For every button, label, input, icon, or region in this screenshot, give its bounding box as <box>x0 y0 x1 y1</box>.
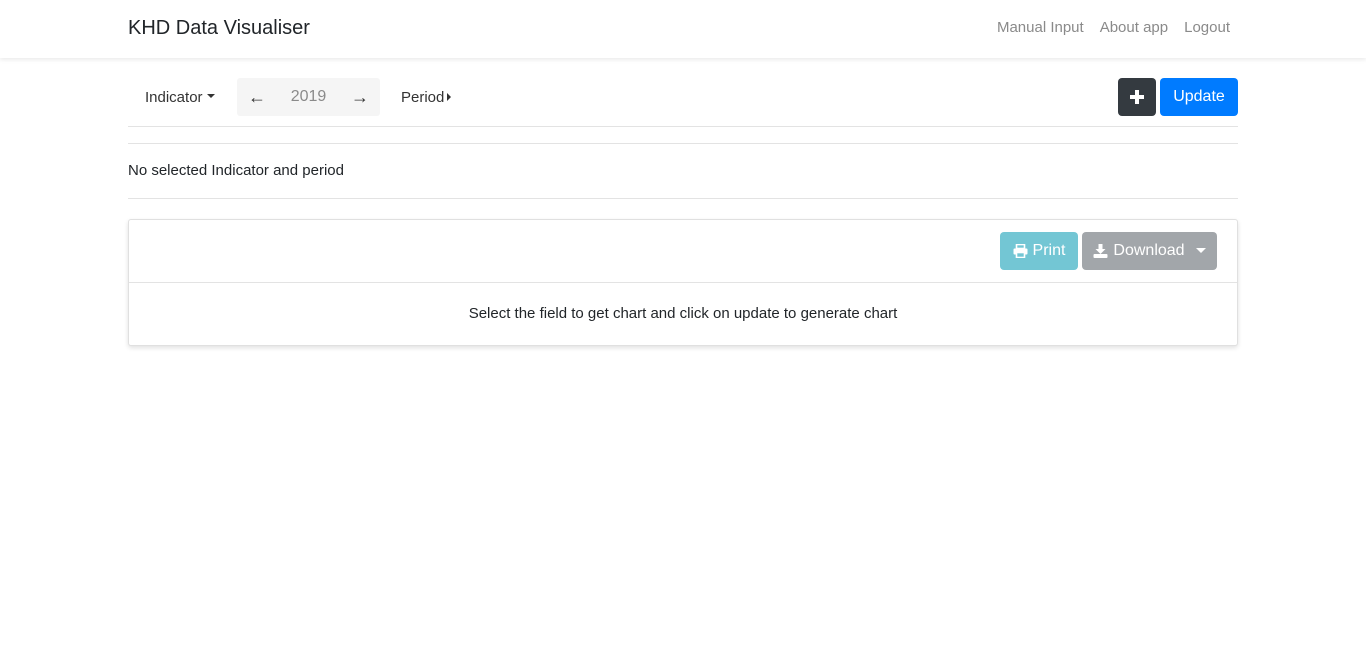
plus-icon <box>1130 90 1144 104</box>
nav-link-manual-input[interactable]: Manual Input <box>989 18 1092 38</box>
next-year-button[interactable]: → <box>340 78 380 116</box>
year-selector: ← 2019 → <box>237 78 380 116</box>
caret-right-icon <box>447 93 452 101</box>
print-button-label: Print <box>1032 242 1066 259</box>
nav-link-about-app[interactable]: About app <box>1092 18 1176 38</box>
previous-year-button[interactable]: ← <box>237 78 277 116</box>
printer-icon <box>1013 244 1028 258</box>
empty-chart-message: Select the field to get chart and click … <box>468 305 898 322</box>
divider <box>128 143 1238 144</box>
navbar: KHD Data Visualiser Manual Input About a… <box>0 0 1366 58</box>
download-dropdown-button[interactable]: Download <box>1082 232 1217 270</box>
period-dropdown-label: Period <box>401 88 445 106</box>
divider <box>128 198 1238 199</box>
filter-toolbar: Indicator ← 2019 → Period Update <box>128 78 1238 127</box>
download-icon <box>1093 244 1108 258</box>
print-button[interactable]: Print <box>1000 232 1078 270</box>
selection-status-text: No selected Indicator and period <box>128 162 344 179</box>
brand-title[interactable]: KHD Data Visualiser <box>128 15 310 41</box>
caret-down-icon <box>1195 247 1206 253</box>
indicator-dropdown[interactable]: Indicator <box>145 78 215 116</box>
period-dropdown[interactable]: Period <box>401 78 452 116</box>
chart-card: Print Download Select the field to get c… <box>128 219 1238 346</box>
add-button[interactable] <box>1118 78 1156 116</box>
caret-down-icon <box>206 94 215 98</box>
nav-links: Manual Input About app Logout <box>989 18 1238 38</box>
download-button-label: Download <box>1113 242 1185 259</box>
update-button[interactable]: Update <box>1160 78 1238 116</box>
nav-link-logout[interactable]: Logout <box>1176 18 1238 38</box>
year-value: 2019 <box>290 88 327 105</box>
chart-card-header: Print Download <box>129 220 1237 283</box>
indicator-dropdown-label: Indicator <box>145 88 203 106</box>
